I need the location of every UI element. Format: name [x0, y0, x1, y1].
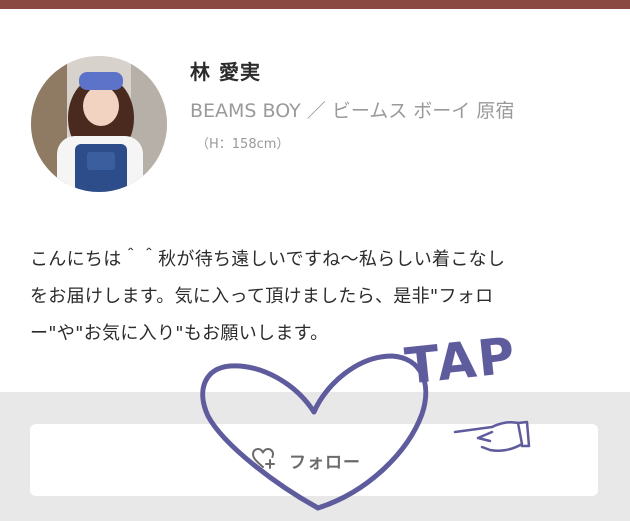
profile-bio: こんにちは＾＾秋が待ち遠しいですね〜私らしい着こなし をお届けします。気に入って…	[30, 241, 610, 352]
avatar[interactable]	[31, 56, 167, 192]
bio-line: ー"や"お気に入り"もお願いします。	[30, 323, 329, 344]
tap-annotation-text: TAP	[402, 326, 520, 396]
top-accent-bar	[0, 0, 630, 9]
profile-shop[interactable]: BEAMS BOY ／ ビームス ボーイ 原宿	[190, 96, 514, 123]
follow-button-label: フォロー	[289, 452, 361, 473]
heart-plus-icon	[251, 446, 277, 474]
profile-height: （H：158cm）	[196, 137, 290, 152]
avatar-photo	[31, 56, 167, 192]
profile-name: 林 愛実	[190, 60, 261, 84]
follow-button[interactable]: フォロー	[30, 424, 598, 496]
bio-line: をお届けします。気に入って頂けましたら、是非"フォロ	[30, 286, 494, 307]
bio-line: こんにちは＾＾秋が待ち遠しいですね〜私らしい着こなし	[30, 249, 506, 270]
